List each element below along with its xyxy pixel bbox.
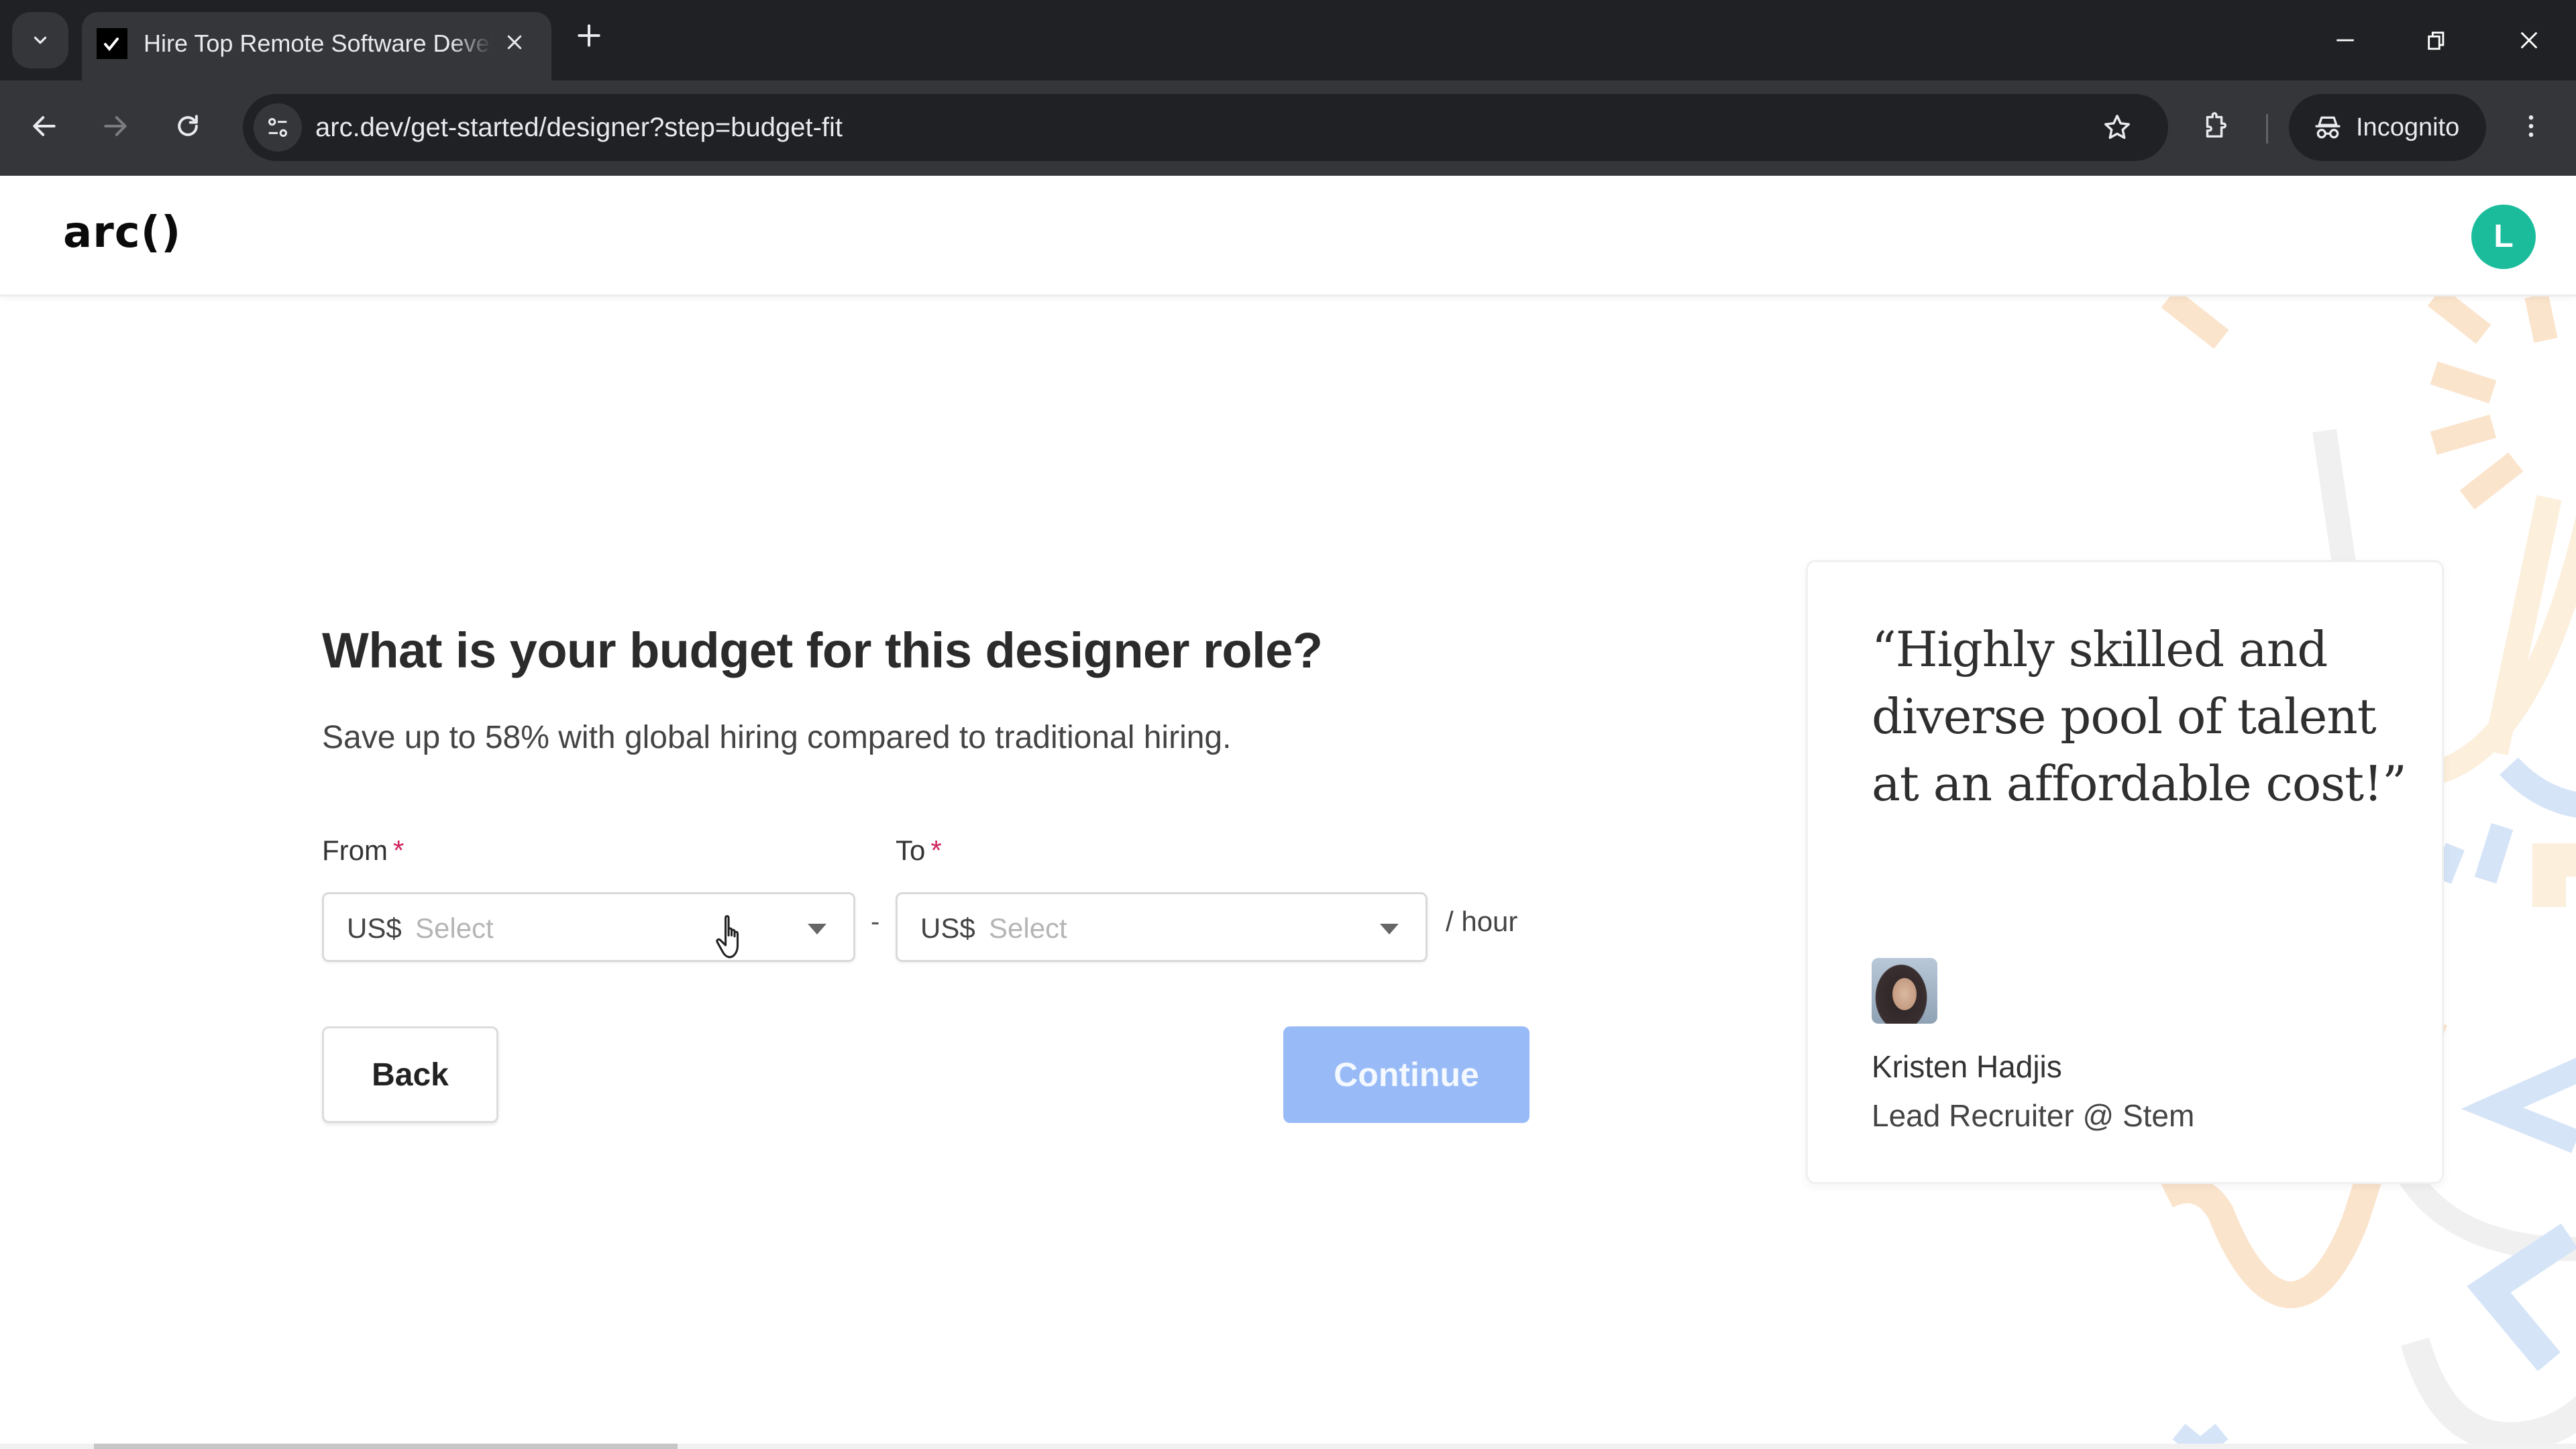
kebab-menu-icon (2528, 115, 2534, 138)
close-icon (507, 35, 522, 50)
arc-favicon-icon (97, 28, 127, 59)
back-nav-button[interactable] (17, 99, 71, 153)
from-rate-select[interactable]: US$ Select (322, 892, 855, 962)
peach-bracket-decoration (2532, 843, 2576, 907)
caret-down-icon (1380, 924, 1399, 934)
user-avatar[interactable]: L (2471, 205, 2536, 269)
browser-tab-strip: Hire Top Remote Software Developers (0, 0, 2576, 80)
from-placeholder: Select (415, 912, 494, 944)
chevron-down-icon (34, 36, 47, 44)
from-label-text: From (322, 835, 388, 866)
close-window-button[interactable] (2502, 13, 2556, 67)
to-label: To * (896, 835, 942, 867)
toolbar-divider (2266, 114, 2268, 144)
tab-search-button[interactable] (12, 12, 68, 68)
blue-chevron-decoration (2461, 1057, 2576, 1153)
continue-button[interactable]: Continue (1283, 1026, 1529, 1123)
testimonial-avatar (1872, 958, 1937, 1024)
tab-close-button[interactable] (498, 27, 531, 60)
minimize-icon (2337, 39, 2354, 42)
testimonial-quote: “Highly skilled and diverse pool of tale… (1872, 621, 2407, 812)
page-subtitle: Save up to 58% with global hiring compar… (322, 720, 1232, 755)
testimonial-name: Kristen Hadjis (1872, 1049, 2062, 1084)
tab-title: Hire Top Remote Software Developers (144, 30, 492, 57)
incognito-profile-button[interactable]: Incognito (2289, 94, 2486, 161)
to-label-text: To (896, 835, 926, 866)
rate-unit: / hour (1446, 906, 1518, 937)
testimonial-card: “Highly skilled and diverse pool of tale… (1806, 560, 2444, 1184)
page-content: arc() L What is your budget for this des… (0, 176, 2576, 1449)
address-bar[interactable]: arc.dev/get-started/designer?step=budget… (243, 94, 2168, 161)
browser-menu-button[interactable] (2504, 99, 2558, 153)
from-currency: US$ (347, 912, 402, 944)
browser-tab-active[interactable]: Hire Top Remote Software Developers (82, 12, 551, 80)
puzzle-icon (2206, 112, 2226, 138)
scrollbar-thumb[interactable] (94, 1444, 678, 1449)
site-header: arc() L (0, 176, 2576, 297)
arc-logo[interactable]: arc() (63, 203, 181, 263)
range-separator: - (871, 907, 880, 936)
diagonal-band-decoration (2483, 495, 2562, 755)
back-button[interactable]: Back (322, 1026, 498, 1123)
restore-icon (2428, 32, 2445, 50)
tune-icon (268, 118, 287, 137)
gray-arc-decoration (2398, 1169, 2576, 1261)
to-placeholder: Select (989, 912, 1067, 944)
incognito-icon (2315, 116, 2341, 139)
incognito-label: Incognito (2356, 113, 2460, 142)
arrow-left-icon (33, 116, 56, 136)
required-marker: * (393, 835, 405, 866)
bookmark-button[interactable] (2093, 103, 2141, 152)
blue-arc-decoration (2499, 757, 2576, 818)
plus-icon (578, 24, 600, 47)
to-rate-select[interactable]: US$ Select (896, 892, 1428, 962)
reload-icon (178, 115, 198, 136)
page-title: What is your budget for this designer ro… (322, 623, 1323, 678)
hand-pointer-cursor-icon (716, 915, 739, 959)
testimonial-role: Lead Recruiter @ Stem (1872, 1098, 2195, 1133)
new-tab-button[interactable] (570, 19, 608, 56)
caret-down-icon (808, 924, 826, 934)
extensions-button[interactable] (2188, 99, 2242, 153)
browser-toolbar: arc.dev/get-started/designer?step=budget… (0, 80, 2576, 176)
minimize-button[interactable] (2318, 13, 2372, 67)
site-info-button[interactable] (254, 103, 302, 152)
arrow-right-icon (104, 116, 127, 136)
blue-slash-decoration (2474, 822, 2514, 884)
from-label: From * (322, 835, 404, 867)
peach-arc-decoration (2431, 515, 2576, 785)
to-currency: US$ (920, 912, 975, 944)
forward-nav-button[interactable] (89, 99, 142, 153)
horizontal-scrollbar[interactable] (0, 1444, 2576, 1449)
required-marker: * (930, 835, 942, 866)
reload-button[interactable] (161, 99, 215, 153)
restore-button[interactable] (2410, 13, 2463, 67)
star-icon (2104, 115, 2130, 140)
url-text[interactable]: arc.dev/get-started/designer?step=budget… (315, 109, 843, 146)
close-icon (2520, 32, 2538, 49)
